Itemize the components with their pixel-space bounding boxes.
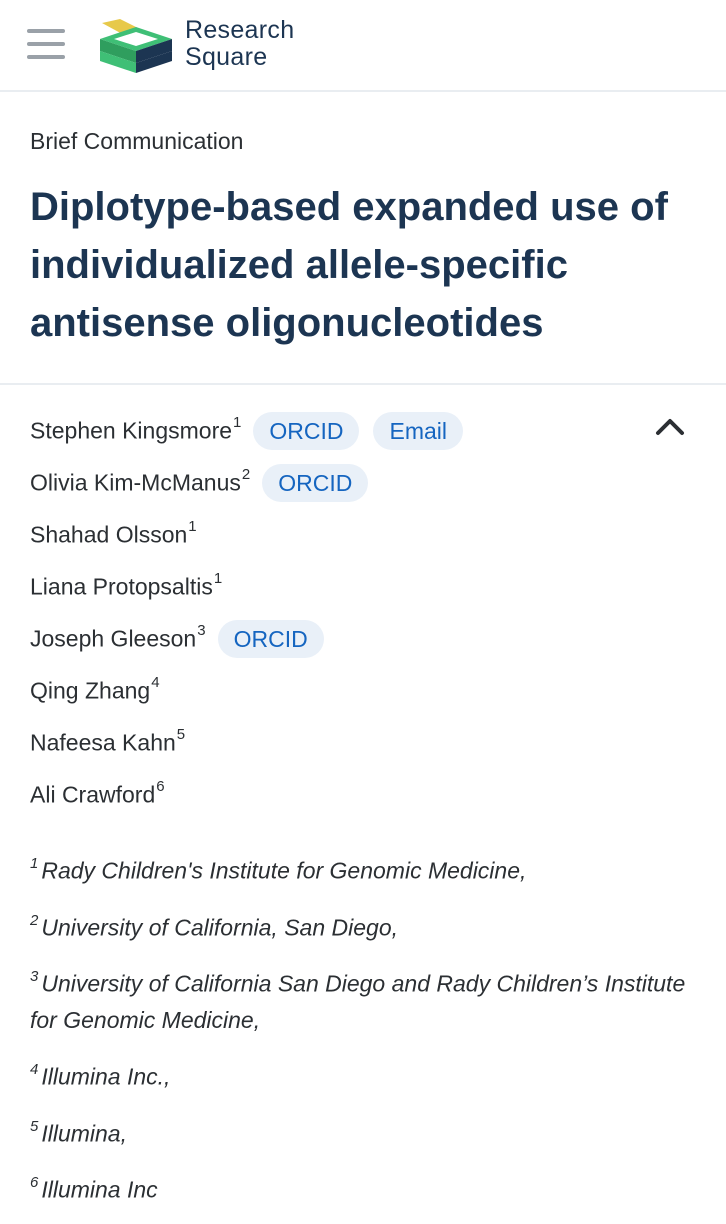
research-square-logo-mark [100,19,172,73]
article-type: Brief Communication [30,128,244,154]
author-row: Joseph Gleeson3 ORCID [30,613,710,665]
hamburger-menu-icon[interactable] [27,27,65,61]
orcid-button[interactable]: ORCID [253,412,360,450]
author-name[interactable]: Nafeesa Kahn5 [30,726,185,757]
menu-bar [27,29,65,33]
author-row: Ali Crawford6 [30,769,710,821]
menu-bar [27,42,65,46]
orcid-button[interactable]: ORCID [217,620,324,658]
author-row: Nafeesa Kahn5 [30,717,710,769]
author-row: Stephen Kingsmore1 ORCID Email [30,405,710,457]
research-square-logo[interactable]: Research Square [100,17,340,75]
author-row: Olivia Kim-McManus2 ORCID [30,457,710,509]
email-button[interactable]: Email [373,412,463,450]
author-list: Stephen Kingsmore1 ORCID Email Olivia Ki… [30,405,710,821]
affiliation-list: 1 Rady Children's Institute for Genomic M… [30,848,690,1224]
affiliation-item: 1 Rady Children's Institute for Genomic M… [30,855,527,884]
author-row: Liana Protopsaltis1 [30,561,710,613]
author-name[interactable]: Liana Protopsaltis1 [30,570,222,601]
author-name[interactable]: Ali Crawford6 [30,778,165,809]
affiliation-item: 5 Illumina, [30,1117,127,1147]
author-row: Qing Zhang4 [30,665,710,717]
divider [0,383,726,385]
logo-line2: Square [185,43,268,71]
article-title: Diplotype-based expanded use of individu… [30,185,668,345]
logo-wordmark: Research Square [185,17,294,71]
affiliation-item: 4 Illumina Inc., [30,1060,171,1090]
menu-bar [27,55,65,59]
author-row: Shahad Olsson1 [30,509,710,561]
site-header: Research Square [0,0,726,92]
author-name[interactable]: Olivia Kim-McManus2 [30,466,250,497]
logo-line1: Research [185,16,295,44]
author-name[interactable]: Shahad Olsson1 [30,518,197,549]
author-name[interactable]: Joseph Gleeson3 [30,622,206,653]
affiliation-item: 2 University of California, San Diego, [30,911,399,941]
affiliation-item: 3 University of California San Diego and … [30,968,686,1033]
author-name[interactable]: Qing Zhang4 [30,674,160,705]
affiliation-item: 6 Illumina Inc [30,1174,158,1203]
author-name[interactable]: Stephen Kingsmore1 [30,414,241,445]
orcid-button[interactable]: ORCID [262,464,369,502]
